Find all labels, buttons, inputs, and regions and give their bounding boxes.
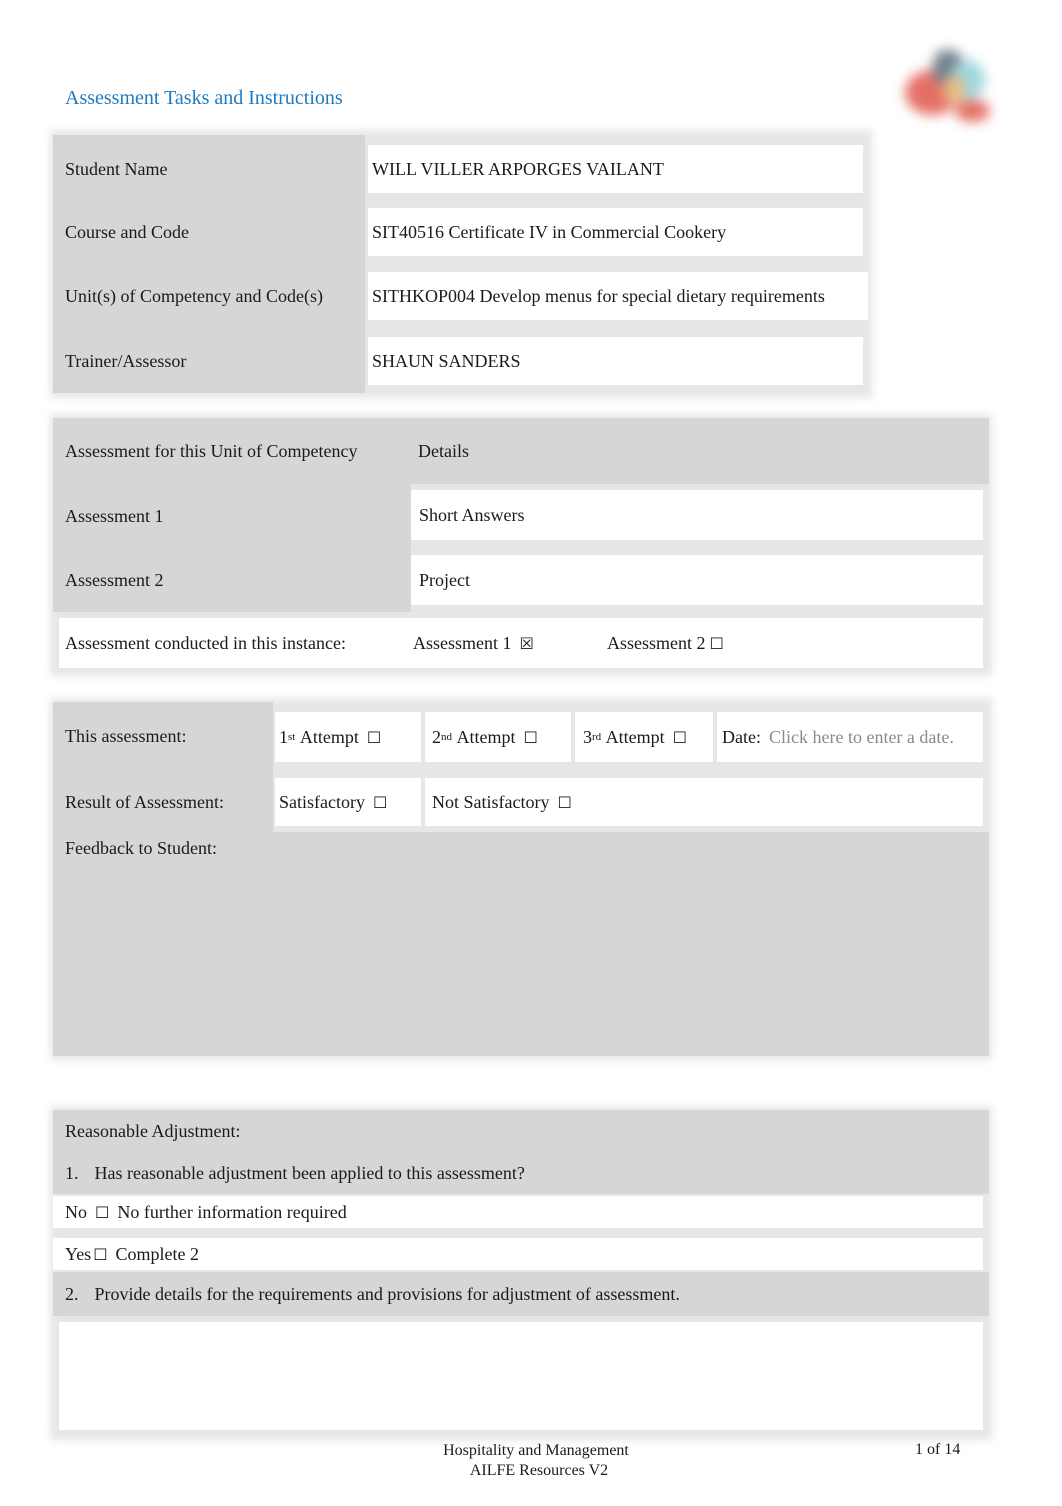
course-code-label: Course and Code — [53, 208, 365, 256]
no-option[interactable]: No ☐ No further information required — [53, 1196, 983, 1228]
satisfactory-checkbox[interactable]: ☐ — [373, 793, 387, 812]
assessment-1-details: Short Answers — [411, 490, 983, 540]
assessment-1-label: Assessment 1 — [53, 484, 411, 548]
page-footer: Hospitality and Management AILFE Resourc… — [0, 1441, 1062, 1481]
unit-competency-label: Unit(s) of Competency and Code(s) — [53, 272, 365, 320]
assessment-2-details: Project — [411, 555, 983, 605]
yes-option[interactable]: Yes ☐ Complete 2 — [53, 1238, 983, 1270]
reasonable-adjustment-title: Reasonable Adjustment: — [53, 1110, 989, 1152]
trainer-assessor-field[interactable]: SHAUN SANDERS — [368, 337, 863, 385]
this-assessment-label: This assessment: — [53, 702, 273, 770]
assessment-1-option[interactable]: Assessment 1 ☒ — [413, 633, 534, 654]
student-details-table: Student Name WILL VILLER ARPORGES VAILAN… — [53, 135, 869, 393]
assessment-1-checkbox[interactable]: ☒ — [520, 634, 534, 653]
attempt-2-checkbox[interactable]: ☐ — [524, 728, 538, 747]
course-code-field[interactable]: SIT40516 Certificate IV in Commercial Co… — [368, 208, 863, 256]
page-number: 1 of 14 — [915, 1441, 961, 1458]
not-satisfactory-option[interactable]: Not Satisfactory ☐ — [425, 778, 983, 826]
satisfactory-option[interactable]: Satisfactory ☐ — [275, 778, 421, 826]
not-satisfactory-checkbox[interactable]: ☐ — [557, 793, 571, 812]
document-page: Assessment Tasks and Instructions Studen… — [0, 0, 1062, 1506]
date-picker-field[interactable]: Click here to enter a date. — [769, 727, 954, 748]
assessment-header-details: Details — [406, 418, 989, 484]
attempt-2-option[interactable]: 2nd Attempt ☐ — [425, 712, 571, 762]
question-2-text: Provide details for the requirements and… — [94, 1283, 680, 1304]
question-2-number: 2. — [65, 1283, 79, 1304]
attempt-3-checkbox[interactable]: ☐ — [673, 728, 687, 747]
footer-line-1: Hospitality and Management — [443, 1442, 629, 1459]
result-table: This assessment: 1st Attempt ☐ 2nd Attemp… — [53, 702, 989, 1056]
question-1-number: 1. — [65, 1162, 79, 1183]
assessment-2-checkbox[interactable]: ☐ — [710, 634, 724, 653]
reasonable-adjustment-table: Reasonable Adjustment: 1. Has reasonable… — [53, 1110, 989, 1436]
footer-line-2: AILFE Resources V2 — [469, 1462, 609, 1479]
yes-checkbox[interactable]: ☐ — [93, 1245, 107, 1264]
student-name-label: Student Name — [53, 145, 365, 193]
attempt-1-option[interactable]: 1st Attempt ☐ — [275, 712, 421, 762]
result-of-assessment-label: Result of Assessment: — [53, 772, 273, 832]
adjustment-details-field[interactable] — [59, 1322, 983, 1430]
unit-competency-field[interactable]: SITHKOP004 Develop menus for special die… — [368, 272, 868, 320]
student-name-field[interactable]: WILL VILLER ARPORGES VAILANT — [368, 145, 863, 193]
assessment-conducted-label: Assessment conducted in this instance: — [65, 632, 346, 653]
feedback-field[interactable]: Feedback to Student: — [53, 832, 989, 1056]
assessment-table: Assessment for this Unit of Competency D… — [53, 418, 989, 672]
attempt-1-checkbox[interactable]: ☐ — [367, 728, 381, 747]
attempt-3-option[interactable]: 3rd Attempt ☐ — [575, 712, 713, 762]
page-title: Assessment Tasks and Instructions — [65, 87, 343, 109]
assessment-2-option[interactable]: Assessment 2 ☐ — [607, 633, 724, 654]
no-checkbox[interactable]: ☐ — [95, 1203, 109, 1222]
feedback-label: Feedback to Student: — [65, 838, 217, 858]
assessment-header-label: Assessment for this Unit of Competency — [53, 418, 411, 484]
trainer-assessor-label: Trainer/Assessor — [53, 337, 365, 385]
question-1-text: Has reasonable adjustment been applied t… — [94, 1162, 525, 1183]
assessment-2-label: Assessment 2 — [53, 548, 411, 612]
organisation-logo-icon — [895, 45, 995, 125]
date-label: Date: — [722, 726, 761, 747]
